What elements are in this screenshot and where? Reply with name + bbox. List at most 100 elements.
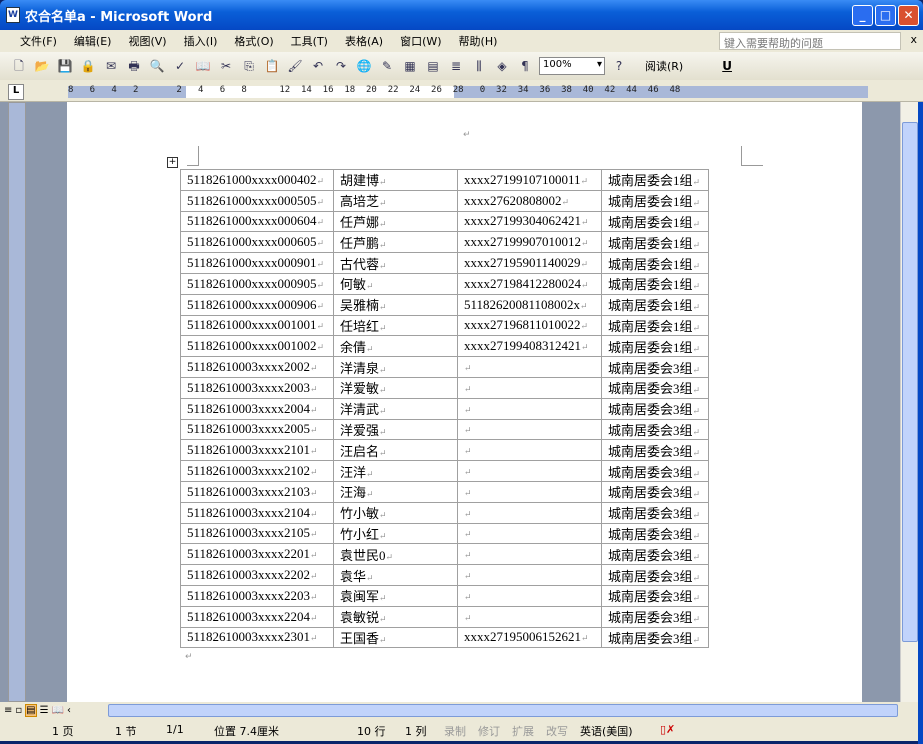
table-cell[interactable]: ↵: [457, 418, 602, 441]
web-view-icon[interactable]: ▫: [15, 705, 22, 716]
table-cell[interactable]: 任芦鹏↵: [333, 231, 458, 254]
table-cell[interactable]: ↵: [457, 564, 602, 586]
menu-table[interactable]: 表格(A): [345, 33, 383, 49]
table-cell[interactable]: 袁世民0↵: [333, 543, 458, 566]
table-cell[interactable]: 洋清泉↵: [333, 356, 458, 378]
table-cell[interactable]: 城南居委会1组↵: [601, 335, 709, 358]
print-icon[interactable]: 🖶: [125, 57, 143, 75]
table-cell[interactable]: 城南居委会1组↵: [601, 314, 709, 337]
table-cell[interactable]: 王国香↵: [333, 626, 458, 649]
table-cell[interactable]: 5118261000xxxx000605↵: [180, 231, 334, 254]
help-search-input[interactable]: 键入需要帮助的问题: [719, 32, 901, 50]
insert-table-icon[interactable]: ▦: [401, 57, 419, 75]
table-cell[interactable]: 汪海↵: [333, 480, 458, 503]
zoom-select[interactable]: 100%: [539, 57, 605, 75]
table-cell[interactable]: 51182620081108002x↵: [457, 293, 602, 316]
table-cell[interactable]: ↵: [457, 480, 602, 503]
close-button[interactable]: ✕: [898, 5, 919, 26]
menu-edit[interactable]: 编辑(E): [74, 33, 112, 49]
vertical-ruler[interactable]: [8, 102, 26, 702]
table-cell[interactable]: 何敏↵: [333, 272, 458, 295]
table-cell[interactable]: 5118261000xxxx000901↵: [180, 252, 334, 274]
scroll-left-icon[interactable]: ‹: [67, 705, 71, 716]
table-cell[interactable]: xxxx27195006152621↵: [457, 626, 602, 649]
table-cell[interactable]: xxxx27199304062421↵: [457, 210, 602, 233]
drawing-icon[interactable]: ⫼: [470, 57, 488, 75]
normal-view-icon[interactable]: ≡: [4, 705, 12, 716]
table-cell[interactable]: 5118261000xxxx000604↵: [180, 210, 334, 233]
research-icon[interactable]: 📖: [194, 57, 212, 75]
read-button[interactable]: 阅读(R): [645, 58, 683, 74]
table-cell[interactable]: 城南居委会3组↵: [601, 501, 709, 524]
table-cell[interactable]: 城南居委会3组↵: [601, 397, 709, 420]
hyperlink-icon[interactable]: 🌐: [355, 57, 373, 75]
table-cell[interactable]: 袁闽军↵: [333, 584, 458, 607]
table-cell[interactable]: 竹小红↵: [333, 522, 458, 545]
copy-icon[interactable]: ⎘: [240, 57, 258, 75]
undo-icon[interactable]: ↶: [309, 57, 327, 75]
table-cell[interactable]: 51182610003xxxx2104↵: [180, 501, 334, 524]
table-cell[interactable]: 城南居委会3组↵: [601, 584, 709, 607]
table-cell[interactable]: ↵: [457, 584, 602, 607]
table-cell[interactable]: ↵: [457, 397, 602, 420]
tables-borders-icon[interactable]: ✎: [378, 57, 396, 75]
table-cell[interactable]: 城南居委会3组↵: [601, 356, 709, 378]
table-cell[interactable]: 城南居委会1组↵: [601, 293, 709, 316]
table-cell[interactable]: 洋爱敏↵: [333, 376, 458, 399]
table-cell[interactable]: 5118261000xxxx001001↵: [180, 314, 334, 337]
table-cell[interactable]: 胡建博↵: [333, 169, 458, 191]
table-cell[interactable]: ↵: [457, 522, 602, 545]
spelling-status-icon[interactable]: ▯✗: [660, 723, 675, 736]
new-icon[interactable]: 🗋: [10, 57, 28, 75]
columns-icon[interactable]: ≣: [447, 57, 465, 75]
table-cell[interactable]: 城南居委会3组↵: [601, 376, 709, 399]
table-cell[interactable]: ↵: [457, 376, 602, 399]
table-cell[interactable]: 城南居委会3组↵: [601, 418, 709, 441]
menu-window[interactable]: 窗口(W): [400, 33, 441, 49]
table-cell[interactable]: xxxx27199408312421↵: [457, 335, 602, 358]
open-icon[interactable]: 📂: [33, 57, 51, 75]
save-icon[interactable]: 💾: [56, 57, 74, 75]
table-cell[interactable]: 51182610003xxxx2103↵: [180, 480, 334, 503]
table-cell[interactable]: ↵: [457, 605, 602, 628]
table-cell[interactable]: 51182610003xxxx2204↵: [180, 605, 334, 628]
table-cell[interactable]: xxxx27198412280024↵: [457, 272, 602, 295]
table-cell[interactable]: xxxx27199907010012↵: [457, 231, 602, 254]
status-track[interactable]: 修订: [478, 723, 500, 739]
spelling-icon[interactable]: ✓: [171, 57, 189, 75]
table-cell[interactable]: ↵: [457, 501, 602, 524]
table-cell[interactable]: 城南居委会1组↵: [601, 210, 709, 233]
table-cell[interactable]: 城南居委会3组↵: [601, 605, 709, 628]
table-cell[interactable]: 吴雅楠↵: [333, 293, 458, 316]
table-cell[interactable]: 袁华↵: [333, 564, 458, 586]
document-map-icon[interactable]: ◈: [493, 57, 511, 75]
table-cell[interactable]: 51182610003xxxx2203↵: [180, 584, 334, 607]
table-cell[interactable]: 城南居委会1组↵: [601, 231, 709, 254]
table-cell[interactable]: 城南居委会3组↵: [601, 439, 709, 462]
table-cell[interactable]: 城南居委会3组↵: [601, 564, 709, 586]
table-cell[interactable]: 城南居委会3组↵: [601, 522, 709, 545]
table-move-handle[interactable]: +: [167, 157, 178, 168]
table-cell[interactable]: 城南居委会3组↵: [601, 543, 709, 566]
close-doc-icon[interactable]: x: [910, 33, 917, 46]
table-cell[interactable]: 51182610003xxxx2102↵: [180, 460, 334, 482]
menu-tools[interactable]: 工具(T): [291, 33, 328, 49]
table-cell[interactable]: ↵: [457, 356, 602, 378]
table-cell[interactable]: ↵: [457, 460, 602, 482]
table-cell[interactable]: 汪启名↵: [333, 439, 458, 462]
insert-excel-icon[interactable]: ▤: [424, 57, 442, 75]
horizontal-scrollbar[interactable]: [108, 704, 898, 717]
table-cell[interactable]: 竹小敏↵: [333, 501, 458, 524]
table-cell[interactable]: ↵: [457, 439, 602, 462]
table-cell[interactable]: 51182610003xxxx2202↵: [180, 564, 334, 586]
table-cell[interactable]: 城南居委会3组↵: [601, 480, 709, 503]
status-overtype[interactable]: 改写: [546, 723, 568, 739]
table-cell[interactable]: 51182610003xxxx2105↵: [180, 522, 334, 545]
paste-icon[interactable]: 📋: [263, 57, 281, 75]
help-icon[interactable]: ?: [610, 57, 628, 75]
menu-help[interactable]: 帮助(H): [459, 33, 498, 49]
table-cell[interactable]: 5118261000xxxx000402↵: [180, 169, 334, 191]
menu-file[interactable]: 文件(F): [20, 33, 57, 49]
horizontal-ruler[interactable]: L 8 6 4 2 2 4 6 8 12 14 16 18 20 22 24 2…: [0, 80, 923, 102]
table-cell[interactable]: 51182610003xxxx2004↵: [180, 397, 334, 420]
